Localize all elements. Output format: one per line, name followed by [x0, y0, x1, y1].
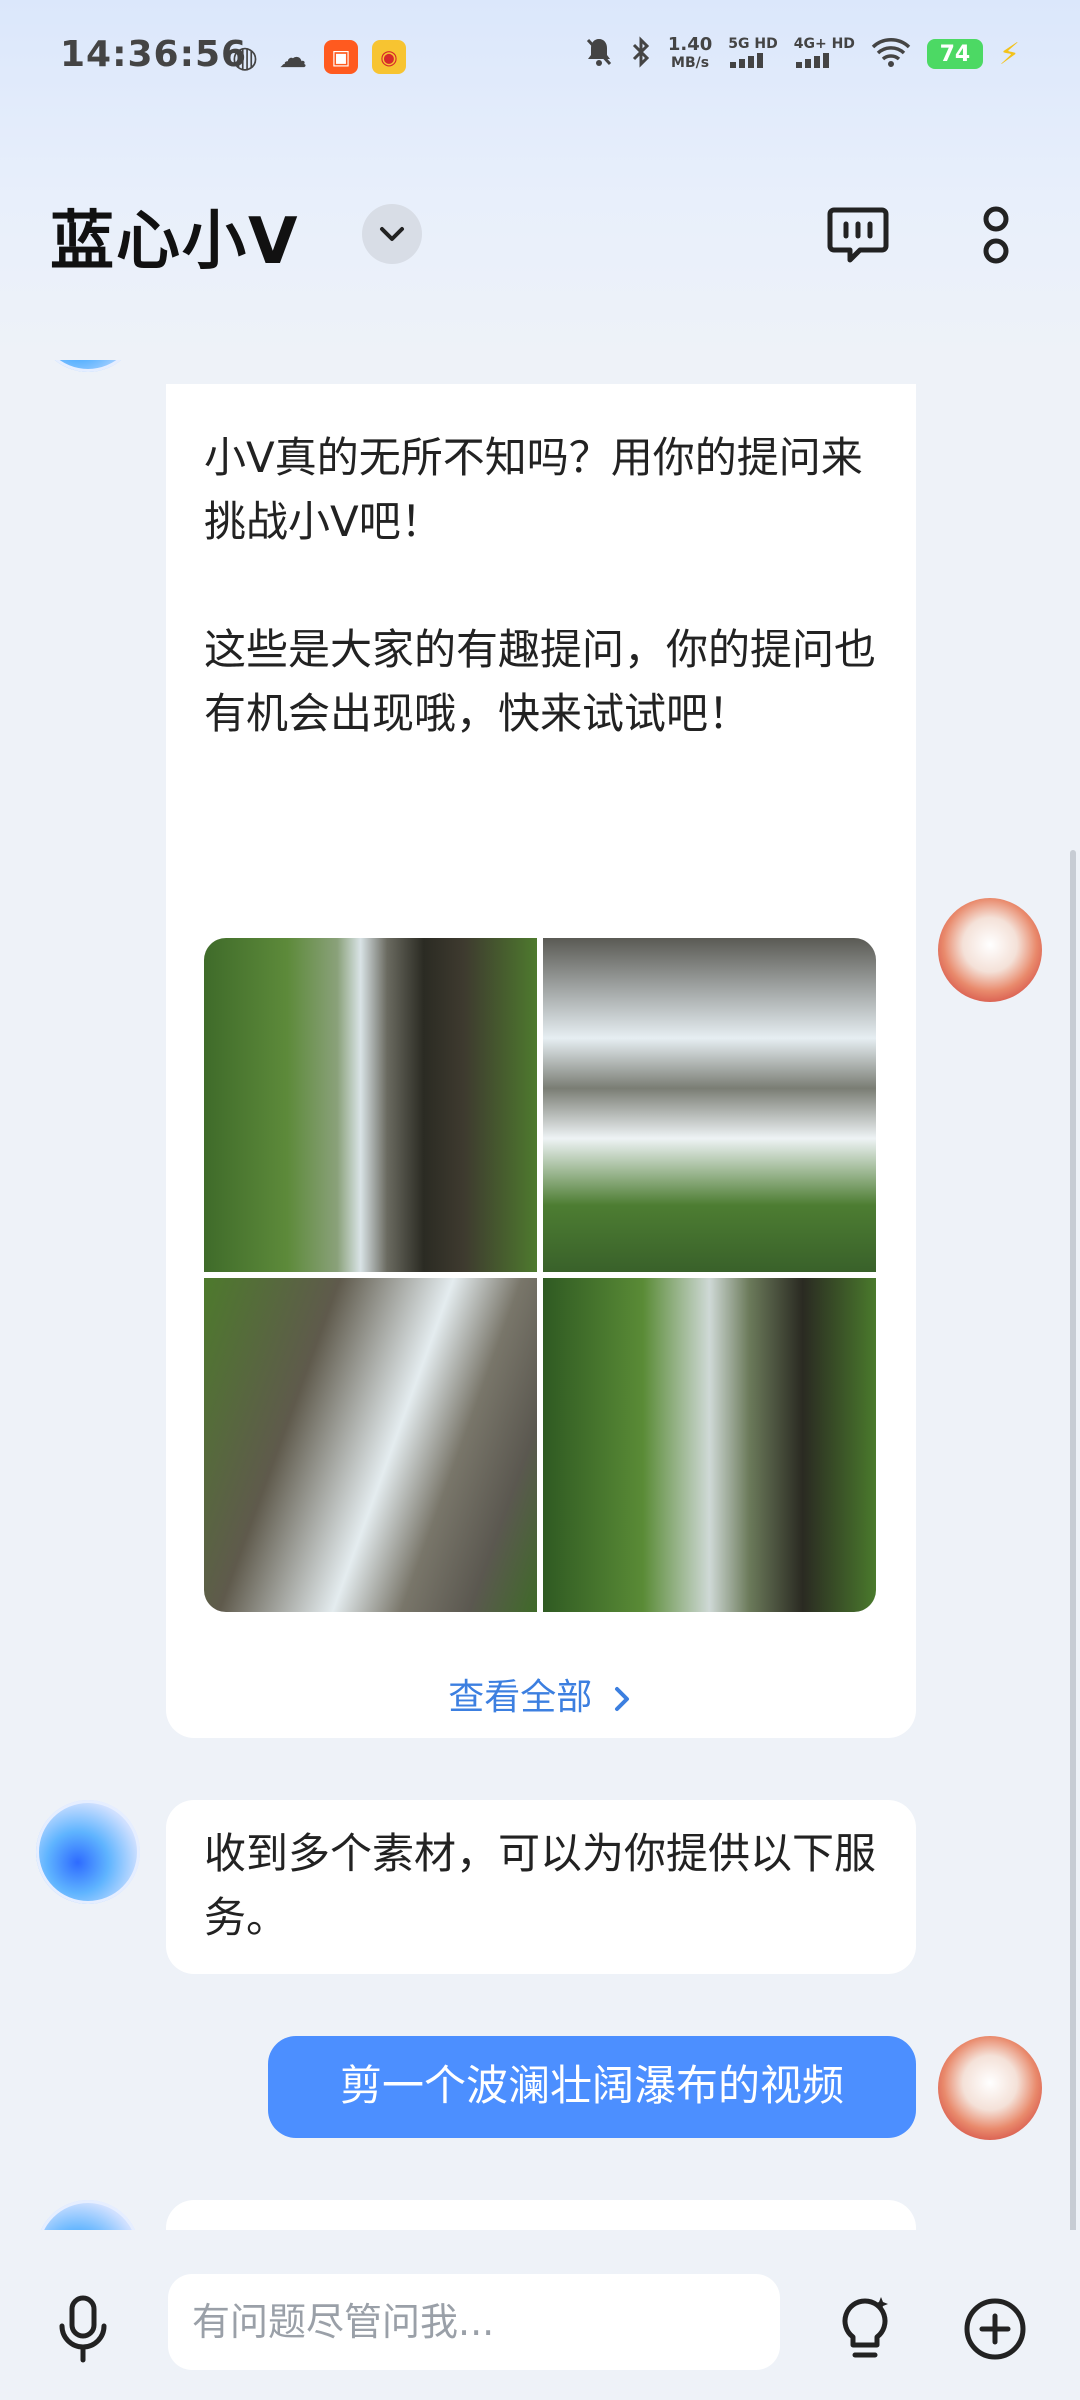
sim2-signal: 4G+ HD [794, 36, 855, 72]
status-right-icons: 1.40 MB/s 5G HD 4G+ HD 74 ⚡ [584, 36, 1020, 72]
sim1-signal: 5G HD [728, 36, 778, 72]
bot-avatar [36, 360, 140, 372]
user-message-bubble: 剪一个波澜壮阔瀑布的视频 [268, 2036, 916, 2138]
app-notification-icon: ▣ [324, 40, 358, 74]
notification-icons: ◍ ☁ ▣ ◉ [228, 39, 406, 75]
lightbulb-icon [842, 2297, 888, 2358]
intro-paragraph: 这些是大家的有趣提问，你的提问也有机会出现哦，快来试试吧！ [204, 625, 877, 738]
chat-area[interactable]: 小V真的无所不知吗？用你的提问来挑战小V吧！ 这些是大家的有趣提问，你的提问也有… [0, 360, 1080, 2230]
inspiration-button[interactable] [830, 2294, 900, 2364]
see-all-label: 查看全部 [448, 1677, 593, 1718]
globe-icon: ◍ [231, 39, 259, 75]
bot-reply-bubble: 收到多个素材，可以为你提供以下服务。 [166, 1800, 916, 1974]
voice-input-button[interactable] [48, 2294, 118, 2364]
status-time: 14:36:56 [60, 34, 248, 75]
message-input-box[interactable] [168, 2274, 780, 2370]
microphone-icon [59, 2295, 107, 2363]
more-vertical-icon [983, 206, 1009, 264]
bot-reply-bubble [166, 2200, 916, 2230]
waterfall-photo[interactable] [204, 938, 537, 1272]
add-attachment-button[interactable] [960, 2294, 1030, 2364]
wifi-icon [871, 37, 911, 71]
signal-bars-icon [730, 53, 764, 68]
waterfall-photo[interactable] [543, 1278, 876, 1612]
user-avatar [938, 898, 1042, 1002]
bluetooth-icon [630, 36, 652, 72]
signal-bars-icon [795, 53, 829, 68]
chevron-down-icon [380, 227, 404, 241]
battery-indicator: 74 [926, 39, 983, 69]
charging-icon: ⚡ [998, 36, 1020, 72]
user-message-text: 剪一个波澜壮阔瀑布的视频 [339, 2061, 844, 2110]
wechat-icon: ☁ [279, 40, 307, 74]
message-input[interactable] [190, 2299, 754, 2345]
app-header: 蓝心小V [0, 170, 1080, 300]
photo-message-bubble: 查看全部 [166, 900, 916, 1738]
app-title: 蓝心小V [50, 205, 300, 279]
intro-paragraph: 小V真的无所不知吗？用你的提问来挑战小V吧！ [204, 433, 863, 546]
bot-reply-text: 收到多个素材，可以为你提供以下服务。 [204, 1829, 877, 1942]
status-bar: 14:36:56 ◍ ☁ ▣ ◉ 1.40 MB/s 5G HD 4G+ HD … [0, 0, 1080, 116]
photo-grid [204, 938, 876, 1612]
bot-avatar [36, 1800, 140, 1904]
message-list-icon [827, 207, 889, 263]
see-all-link[interactable]: 查看全部 [166, 1666, 916, 1730]
waterfall-photo[interactable] [543, 938, 876, 1272]
network-speed: 1.40 MB/s [667, 34, 713, 72]
more-options-button[interactable] [958, 196, 1034, 272]
chat-scrollbar[interactable] [1070, 850, 1076, 2230]
user-avatar [938, 2036, 1042, 2140]
bot-avatar [36, 2200, 140, 2230]
waterfall-photo[interactable] [204, 1278, 537, 1612]
mute-icon [584, 36, 614, 72]
title-dropdown-button[interactable] [362, 204, 422, 264]
plus-circle-icon [964, 2298, 1026, 2360]
chat-history-button[interactable] [820, 196, 896, 272]
chevron-right-icon [614, 1687, 629, 1711]
input-bar [0, 2244, 1080, 2400]
weibo-icon: ◉ [372, 40, 406, 74]
